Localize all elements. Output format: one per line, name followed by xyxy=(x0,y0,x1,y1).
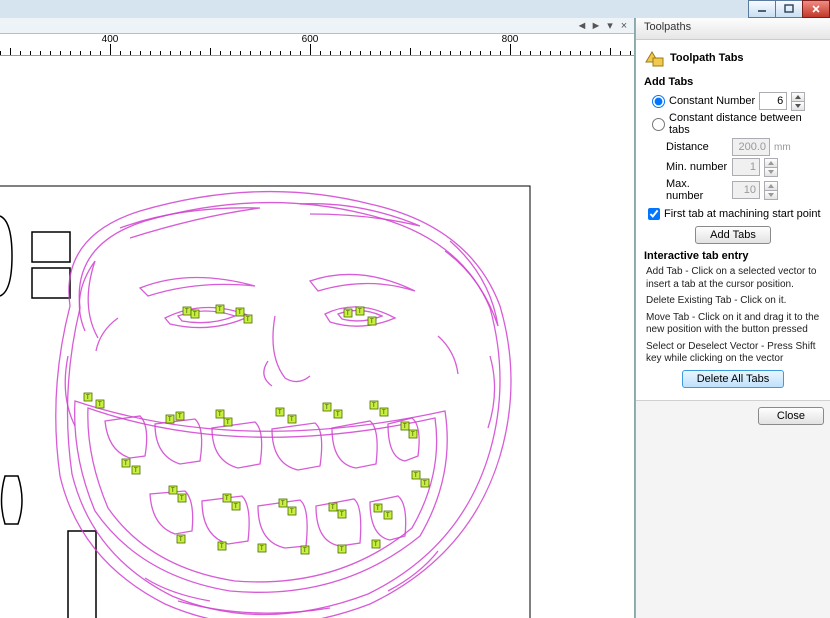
win-maximize-button[interactable] xyxy=(775,0,803,18)
canvas[interactable]: TTTTTTTTTTTTTTTTTTTTTTTTTTTTTTTTTTTTTTTT… xyxy=(0,56,634,618)
help-delete-text: Delete Existing Tab - Click on it. xyxy=(646,295,820,308)
win-minimize-button[interactable] xyxy=(748,0,776,18)
help-move-text: Move Tab - Click on it and drag it to th… xyxy=(646,312,820,337)
min-number-input[interactable] xyxy=(732,158,760,176)
distance-unit: mm xyxy=(774,142,791,153)
svg-text:T: T xyxy=(376,506,380,512)
svg-text:T: T xyxy=(134,468,138,474)
first-tab-label: First tab at machining start point xyxy=(664,208,821,220)
svg-text:T: T xyxy=(331,505,335,511)
toolpaths-panel: Toolpaths Toolpath Tabs Add Tabs Constan… xyxy=(635,18,830,618)
max-number-input[interactable] xyxy=(732,181,760,199)
close-button[interactable]: Close xyxy=(758,407,824,425)
svg-text:T: T xyxy=(218,412,222,418)
delete-all-tabs-button[interactable]: Delete All Tabs xyxy=(682,370,785,388)
svg-text:T: T xyxy=(226,420,230,426)
panel-title: Toolpaths xyxy=(636,18,830,40)
svg-text:T: T xyxy=(218,307,222,313)
svg-text:T: T xyxy=(260,546,264,552)
svg-text:T: T xyxy=(382,410,386,416)
svg-text:T: T xyxy=(281,501,285,507)
svg-text:T: T xyxy=(336,412,340,418)
svg-text:T: T xyxy=(370,319,374,325)
svg-text:T: T xyxy=(386,513,390,519)
constant-distance-radio[interactable] xyxy=(652,118,665,131)
help-add-text: Add Tab - Click on a selected vector to … xyxy=(646,266,820,291)
svg-text:T: T xyxy=(340,512,344,518)
svg-text:T: T xyxy=(278,410,282,416)
svg-text:T: T xyxy=(171,488,175,494)
svg-text:T: T xyxy=(86,395,90,401)
svg-text:T: T xyxy=(340,547,344,553)
first-tab-checkbox[interactable] xyxy=(648,208,660,220)
svg-text:T: T xyxy=(124,461,128,467)
svg-text:T: T xyxy=(178,414,182,420)
svg-text:T: T xyxy=(220,544,224,550)
help-select-text: Select or Deselect Vector - Press Shift … xyxy=(646,341,820,366)
svg-text:T: T xyxy=(290,417,294,423)
svg-text:T: T xyxy=(423,481,427,487)
svg-text:T: T xyxy=(193,312,197,318)
tab-close-icon[interactable]: × xyxy=(618,20,630,32)
svg-text:T: T xyxy=(180,496,184,502)
interactive-heading: Interactive tab entry xyxy=(644,250,822,262)
distance-input[interactable] xyxy=(732,138,770,156)
svg-text:T: T xyxy=(346,311,350,317)
section-heading: Toolpath Tabs xyxy=(670,52,744,64)
constant-number-input[interactable] xyxy=(759,92,787,110)
add-tabs-button[interactable]: Add Tabs xyxy=(695,226,771,244)
svg-text:T: T xyxy=(168,417,172,423)
svg-text:T: T xyxy=(411,432,415,438)
document-tabstrip: ◄ ► ▾ × xyxy=(0,18,634,34)
svg-text:T: T xyxy=(403,424,407,430)
svg-text:T: T xyxy=(372,403,376,409)
constant-number-radio[interactable] xyxy=(652,95,665,108)
svg-text:T: T xyxy=(374,542,378,548)
constant-distance-label: Constant distance between tabs xyxy=(669,112,822,136)
max-number-spinner[interactable] xyxy=(764,181,778,199)
distance-label: Distance xyxy=(666,141,728,153)
add-tabs-heading: Add Tabs xyxy=(644,76,822,88)
svg-text:T: T xyxy=(225,496,229,502)
min-number-spinner[interactable] xyxy=(764,158,778,176)
svg-text:T: T xyxy=(358,309,362,315)
svg-text:T: T xyxy=(414,473,418,479)
horizontal-ruler: 400600800 xyxy=(0,34,634,56)
svg-text:T: T xyxy=(185,309,189,315)
constant-number-label: Constant Number xyxy=(669,95,755,107)
max-number-label: Max. number xyxy=(666,178,728,202)
svg-text:T: T xyxy=(98,402,102,408)
constant-number-spinner[interactable] xyxy=(791,92,805,110)
design-area: ◄ ► ▾ × 400600800 xyxy=(0,18,635,618)
tab-prev-icon[interactable]: ◄ xyxy=(576,20,588,32)
win-close-button[interactable] xyxy=(802,0,830,18)
svg-text:T: T xyxy=(234,504,238,510)
tab-next-icon[interactable]: ► xyxy=(590,20,602,32)
svg-text:T: T xyxy=(290,509,294,515)
svg-text:T: T xyxy=(303,548,307,554)
tab-dropdown-icon[interactable]: ▾ xyxy=(604,20,616,32)
svg-text:T: T xyxy=(325,405,329,411)
svg-text:T: T xyxy=(238,310,242,316)
toolpath-tabs-icon xyxy=(644,48,664,68)
svg-text:T: T xyxy=(179,537,183,543)
min-number-label: Min. number xyxy=(666,161,728,173)
svg-text:T: T xyxy=(246,317,250,323)
